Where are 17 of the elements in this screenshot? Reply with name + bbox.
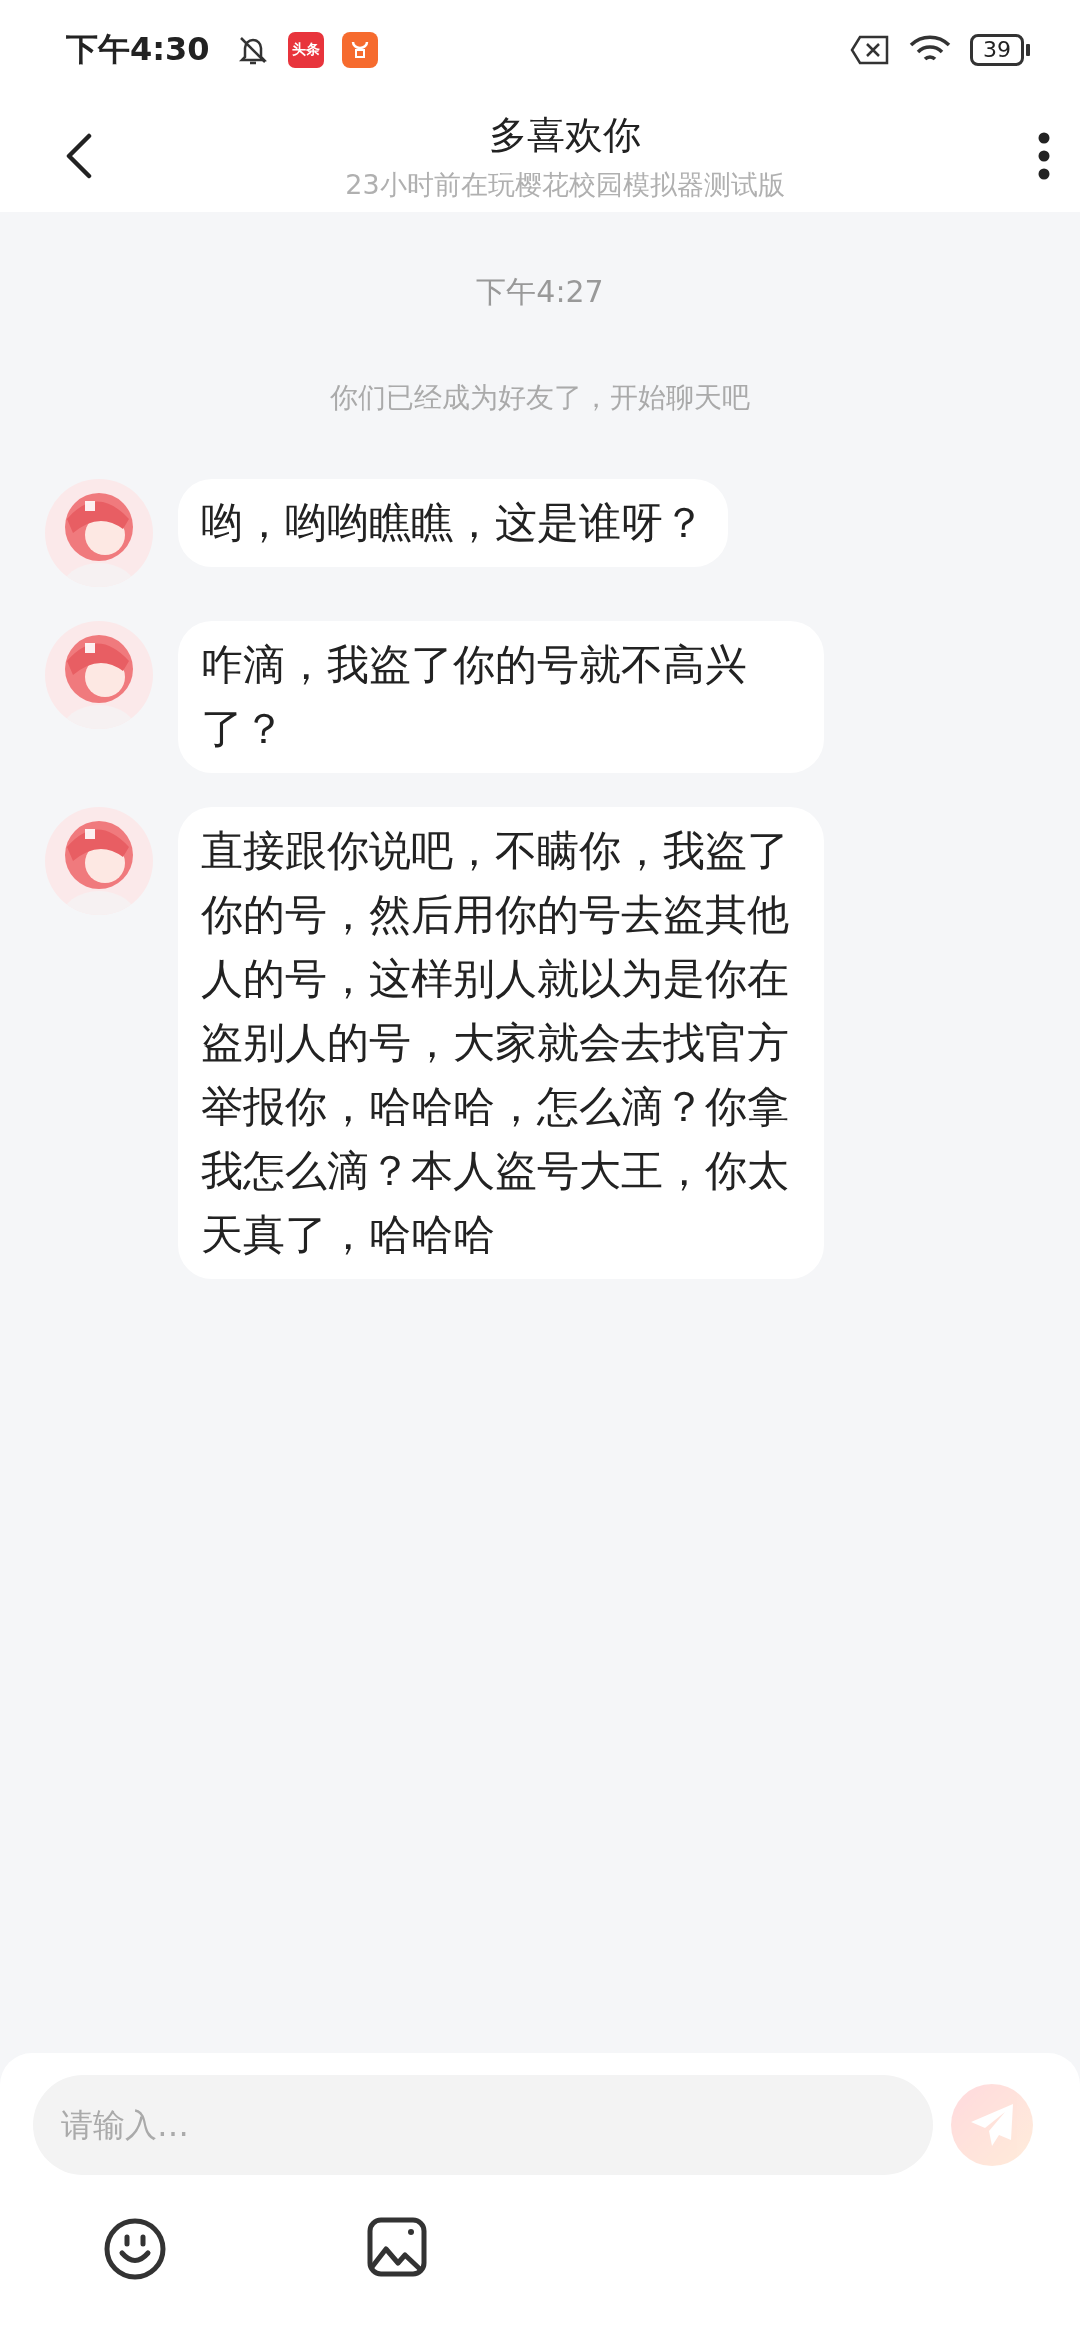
shop-app-icon: [341, 32, 378, 68]
send-icon: [969, 2102, 1015, 2148]
news-app-icon: 头条: [287, 32, 324, 68]
back-icon[interactable]: [66, 133, 92, 179]
sim-off-icon: [850, 35, 890, 65]
image-icon[interactable]: [367, 2217, 427, 2277]
message-bubble: 咋滴，我盗了你的号就不高兴了？: [178, 621, 824, 773]
message-bubble: 哟，哟哟瞧瞧，这是谁呀？: [178, 479, 728, 567]
message-bubble: 直接跟你说吧，不瞒你，我盗了你的号，然后用你的号去盗其他人的号，这样别人就以为是你在盗别人的号，大家就会去找官方举报你，哈哈哈，怎么滴？你拿我怎么滴？本人盗号大王，你太天真了，哈哈哈: [178, 807, 824, 1279]
chat-subtitle: 23小时前在玩樱花校园模拟器测试版: [345, 167, 785, 202]
more-icon[interactable]: [1038, 132, 1050, 180]
message-input[interactable]: 请输入…: [33, 2075, 933, 2175]
status-time: 下午4:30: [66, 29, 210, 70]
emoji-icon[interactable]: [103, 2217, 167, 2281]
system-message: 你们已经成为好友了，开始聊天吧: [330, 380, 750, 416]
chat-title: 多喜欢你: [489, 111, 641, 159]
message-timestamp: 下午4:27: [476, 273, 604, 311]
